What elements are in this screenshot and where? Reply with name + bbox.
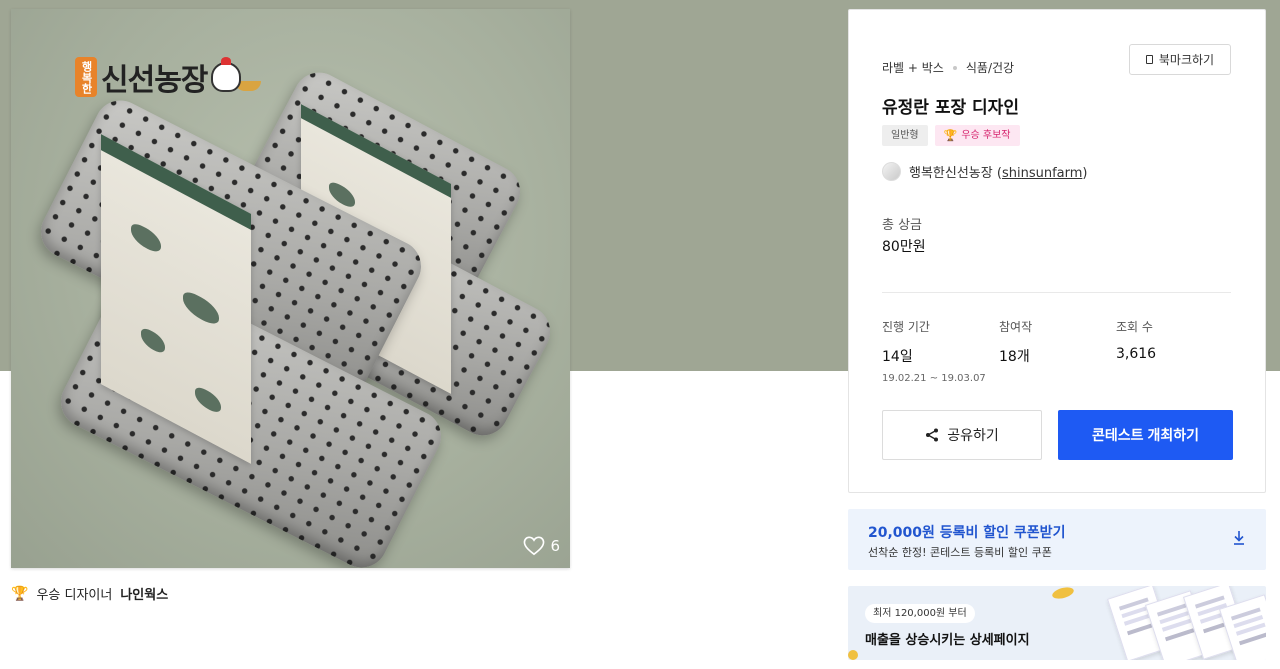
coin-decoration xyxy=(848,650,858,660)
stat-label: 참여작 xyxy=(999,320,1033,334)
ad-banner[interactable]: 최저 120,000원 부터 매출을 상승시키는 상세페이지 xyxy=(848,586,1266,660)
brand-logo: 행복한 신선농장 xyxy=(75,55,262,99)
stat-entries: 참여작 18개 xyxy=(999,318,1116,384)
share-button[interactable]: 공유하기 xyxy=(882,410,1042,460)
stat-views: 조회 수 3,616 xyxy=(1116,318,1233,384)
trophy-icon: 🏆 xyxy=(11,585,29,602)
brand-logo-text: 신선농장 xyxy=(101,63,208,98)
stat-value: 14일 xyxy=(882,349,913,365)
coupon-title: 20,000원 등록비 할인 쿠폰받기 xyxy=(868,525,1066,541)
prize-value: 80만원 xyxy=(882,239,926,255)
heart-icon xyxy=(524,536,545,556)
coin-decoration xyxy=(1051,586,1075,601)
share-label: 공유하기 xyxy=(947,427,999,443)
bookmark-icon xyxy=(1145,55,1153,64)
host-contest-button[interactable]: 콘테스트 개최하기 xyxy=(1058,410,1233,460)
bookmark-button[interactable]: 북마크하기 xyxy=(1129,44,1231,75)
separator-dot xyxy=(952,65,957,70)
divider xyxy=(882,292,1231,293)
category-primary[interactable]: 라벨 + 박스 xyxy=(882,59,944,76)
host-handle-close: ) xyxy=(1082,166,1088,181)
stat-value: 3,616 xyxy=(1116,346,1157,362)
host-info[interactable]: 행복한신선농장 (shinsunfarm) xyxy=(882,162,1087,181)
hen-icon xyxy=(211,57,242,92)
stat-date-range: 19.02.21 ~ 19.03.07 xyxy=(882,373,986,384)
host-handle[interactable]: shinsunfarm xyxy=(1002,166,1082,181)
stat-label: 진행 기간 xyxy=(882,320,930,334)
host-name: 행복한신선농장 xyxy=(909,166,993,181)
brand-logo-badge: 행복한 xyxy=(75,57,97,97)
winner-label: 우승 디자이너 xyxy=(36,588,113,603)
tag-list: 일반형 🏆 우승 후보작 xyxy=(882,125,1020,146)
share-icon xyxy=(926,428,939,442)
stat-label: 조회 수 xyxy=(1116,320,1153,334)
award-badge-label: 우승 후보작 xyxy=(961,130,1011,141)
winner-name[interactable]: 나인웍스 xyxy=(120,584,168,603)
breadcrumb: 라벨 + 박스 식품/건강 xyxy=(882,59,1014,76)
ad-title: 매출을 상승시키는 상세페이지 xyxy=(865,633,1030,648)
product-image[interactable]: 행복한 신선농장 6 xyxy=(11,9,570,568)
winner-designer: 🏆 우승 디자이너 나인웍스 xyxy=(11,584,168,604)
contest-info-card: 라벨 + 박스 식품/건강 북마크하기 유정란 포장 디자인 일반형 🏆 우승 … xyxy=(848,9,1266,493)
detail-page-thumbnails xyxy=(1106,586,1266,660)
prize-label: 총 상금 xyxy=(882,218,923,233)
contest-stats: 진행 기간 14일 19.02.21 ~ 19.03.07 참여작 18개 조회… xyxy=(882,318,1234,384)
type-badge: 일반형 xyxy=(882,125,928,146)
award-badge: 🏆 우승 후보작 xyxy=(934,125,1020,146)
download-icon[interactable] xyxy=(1232,530,1246,546)
stat-duration: 진행 기간 14일 19.02.21 ~ 19.03.07 xyxy=(882,318,999,384)
stat-value: 18개 xyxy=(999,349,1030,365)
like-button[interactable]: 6 xyxy=(523,536,560,556)
category-secondary[interactable]: 식품/건강 xyxy=(966,59,1014,76)
ad-price-pill: 최저 120,000원 부터 xyxy=(865,604,975,623)
coupon-subtitle: 선착순 한정! 콘테스트 등록비 할인 쿠폰 xyxy=(868,546,1052,559)
contest-title: 유정란 포장 디자인 xyxy=(882,98,1019,118)
coupon-banner[interactable]: 20,000원 등록비 할인 쿠폰받기 선착순 한정! 콘테스트 등록비 할인 … xyxy=(848,509,1266,570)
bookmark-label: 북마크하기 xyxy=(1158,53,1215,67)
trophy-icon: 🏆 xyxy=(943,129,958,142)
likes-count: 6 xyxy=(550,537,560,555)
avatar xyxy=(882,162,901,181)
egg-carton-illustration xyxy=(32,63,570,568)
